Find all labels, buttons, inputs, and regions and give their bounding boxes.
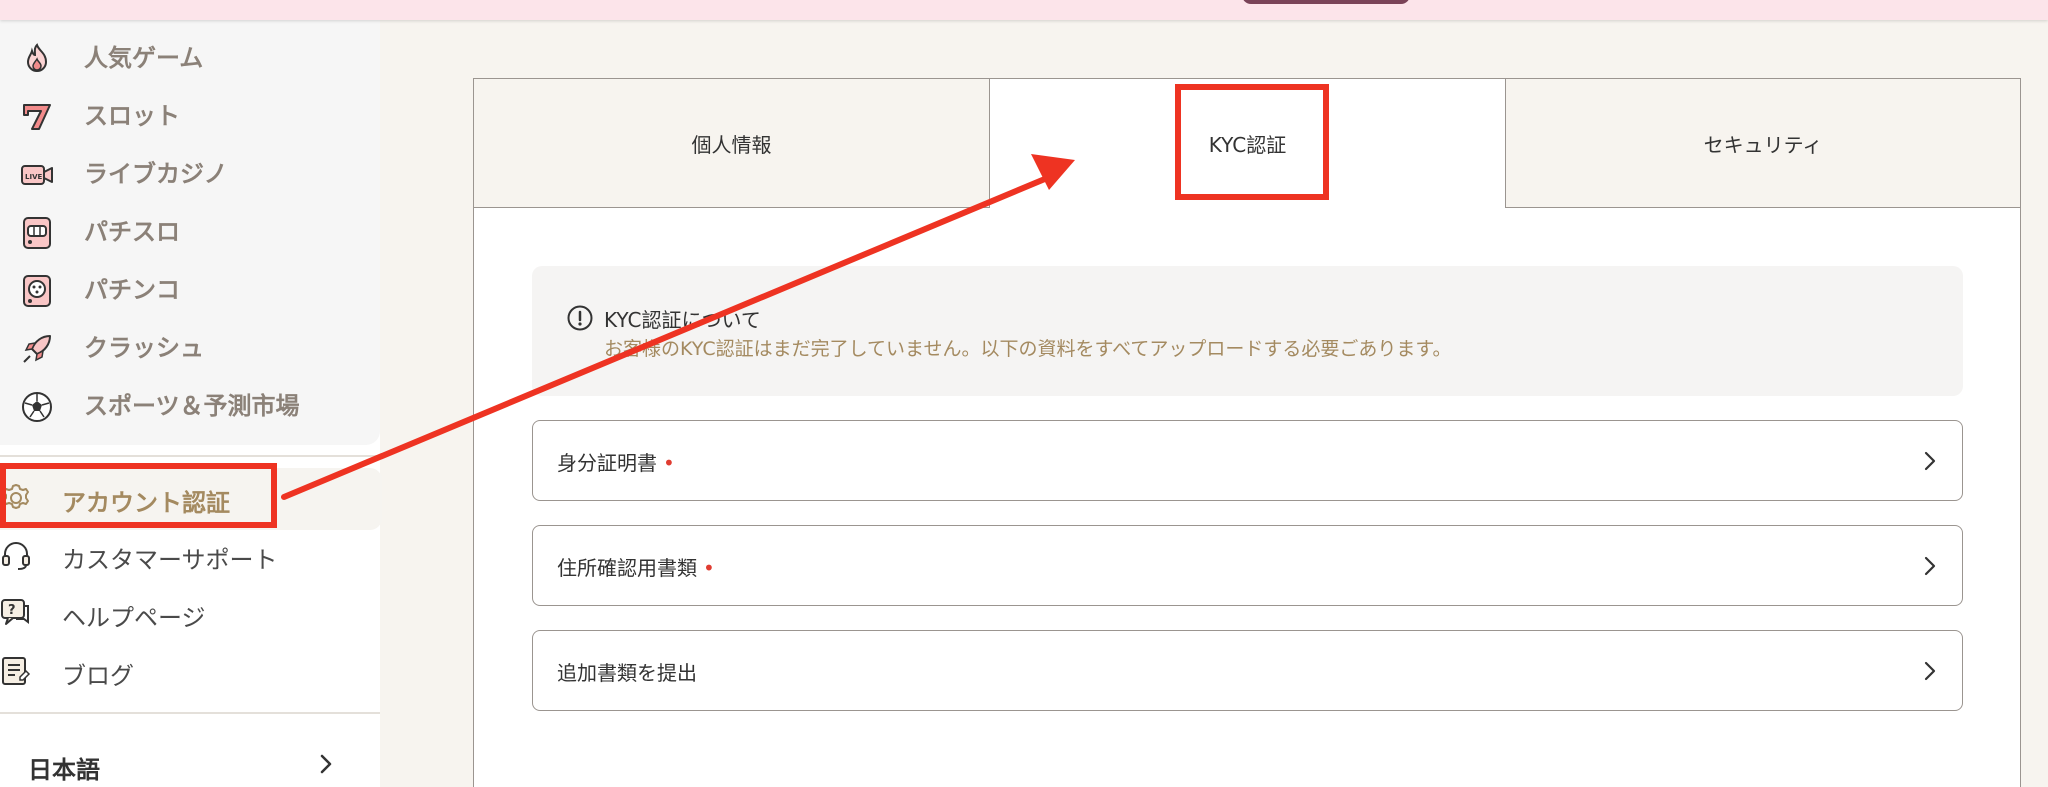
chevron-right-icon [1924,451,1936,471]
chevron-right-icon [320,754,332,774]
sidebar-item-account-verification[interactable]: アカウント認証 [0,473,380,523]
tab-kyc[interactable]: KYC認証 [990,78,1505,208]
help-chat-icon: ? [1,599,29,625]
sidebar-item-label: アカウント認証 [62,489,230,517]
document-row-address[interactable]: 住所確認用書類 • [532,525,1963,606]
sidebar-item-label: ブログ [62,662,134,690]
sidebar-item-label: パチンコ [84,275,180,304]
live-camera-icon: LIVE [21,165,53,185]
sidebar-item-help[interactable]: ? ヘルプページ [0,588,380,638]
lucky-seven-icon [23,104,51,130]
svg-text:LIVE: LIVE [25,173,42,181]
svg-text:?: ? [8,603,16,618]
top-header-bar [0,0,2048,20]
kyc-notice: KYC認証について お客様のKYC認証はまだ完了していません。以下の資料をすべて… [532,266,1963,396]
sidebar-item-label: スロット [84,101,180,130]
sidebar-item-slots[interactable]: スロット [0,88,380,138]
sidebar-item-label: パチスロ [84,217,180,246]
tab-personal-info[interactable]: 個人情報 [473,78,990,208]
notice-description: お客様のKYC認証はまだ完了していません。以下の資料をすべてアップロードする必要… [604,338,1452,360]
required-mark: • [663,451,675,475]
document-row-identity[interactable]: 身分証明書 • [532,420,1963,501]
sidebar-divider [0,455,380,457]
tab-label: セキュリティ [1703,132,1823,157]
info-icon [567,305,593,331]
fire-icon [26,43,48,72]
tab-security[interactable]: セキュリティ [1505,78,2021,208]
tab-label: KYC認証 [1208,133,1287,157]
language-selector[interactable]: 日本語 [28,746,338,786]
language-label: 日本語 [28,756,100,784]
chevron-right-icon [1924,661,1936,681]
required-mark: • [703,556,715,580]
document-row-additional[interactable]: 追加書類を提出 [532,630,1963,711]
sidebar-item-pachislot[interactable]: パチスロ [0,204,380,254]
sidebar-item-blog[interactable]: ブログ [0,646,380,696]
rocket-icon [23,335,51,363]
document-label: 身分証明書 • [557,451,675,475]
sidebar-item-crash[interactable]: クラッシュ [0,320,380,370]
sidebar-item-customer-support[interactable]: カスタマーサポート [0,530,380,580]
sidebar-item-label: ヘルプページ [62,604,206,632]
blog-document-icon [2,657,31,685]
sidebar-item-live-casino[interactable]: LIVE ライブカジノ [0,146,380,196]
sidebar-item-sports[interactable]: スポーツ＆予測市場 [0,378,380,428]
soccer-ball-icon [22,392,52,422]
pachislot-machine-icon [23,217,51,249]
notice-title: KYC認証について [604,308,761,332]
sidebar-item-label: カスタマーサポート [62,546,278,574]
header-button-edge[interactable] [1242,0,1410,4]
gear-icon [3,484,29,509]
pachinko-machine-icon [23,275,51,307]
sidebar-item-label: 人気ゲーム [84,43,204,72]
sidebar-item-label: ライブカジノ [84,159,228,188]
document-label: 住所確認用書類 • [557,556,715,580]
headset-icon [2,542,30,570]
document-label: 追加書類を提出 [557,661,697,685]
sidebar-item-popular-games[interactable]: 人気ゲーム [0,30,380,80]
tab-label: 個人情報 [691,132,772,157]
sidebar-item-label: スポーツ＆予測市場 [84,391,300,420]
sidebar-item-label: クラッシュ [84,333,204,362]
sidebar-item-pachinko[interactable]: パチンコ [0,262,380,312]
sidebar: 人気ゲーム スロット LIVE ライブカジノ パチスロ パチンコ クラッシュ ス… [0,0,382,787]
chevron-right-icon [1924,556,1936,576]
sidebar-divider [0,712,380,714]
